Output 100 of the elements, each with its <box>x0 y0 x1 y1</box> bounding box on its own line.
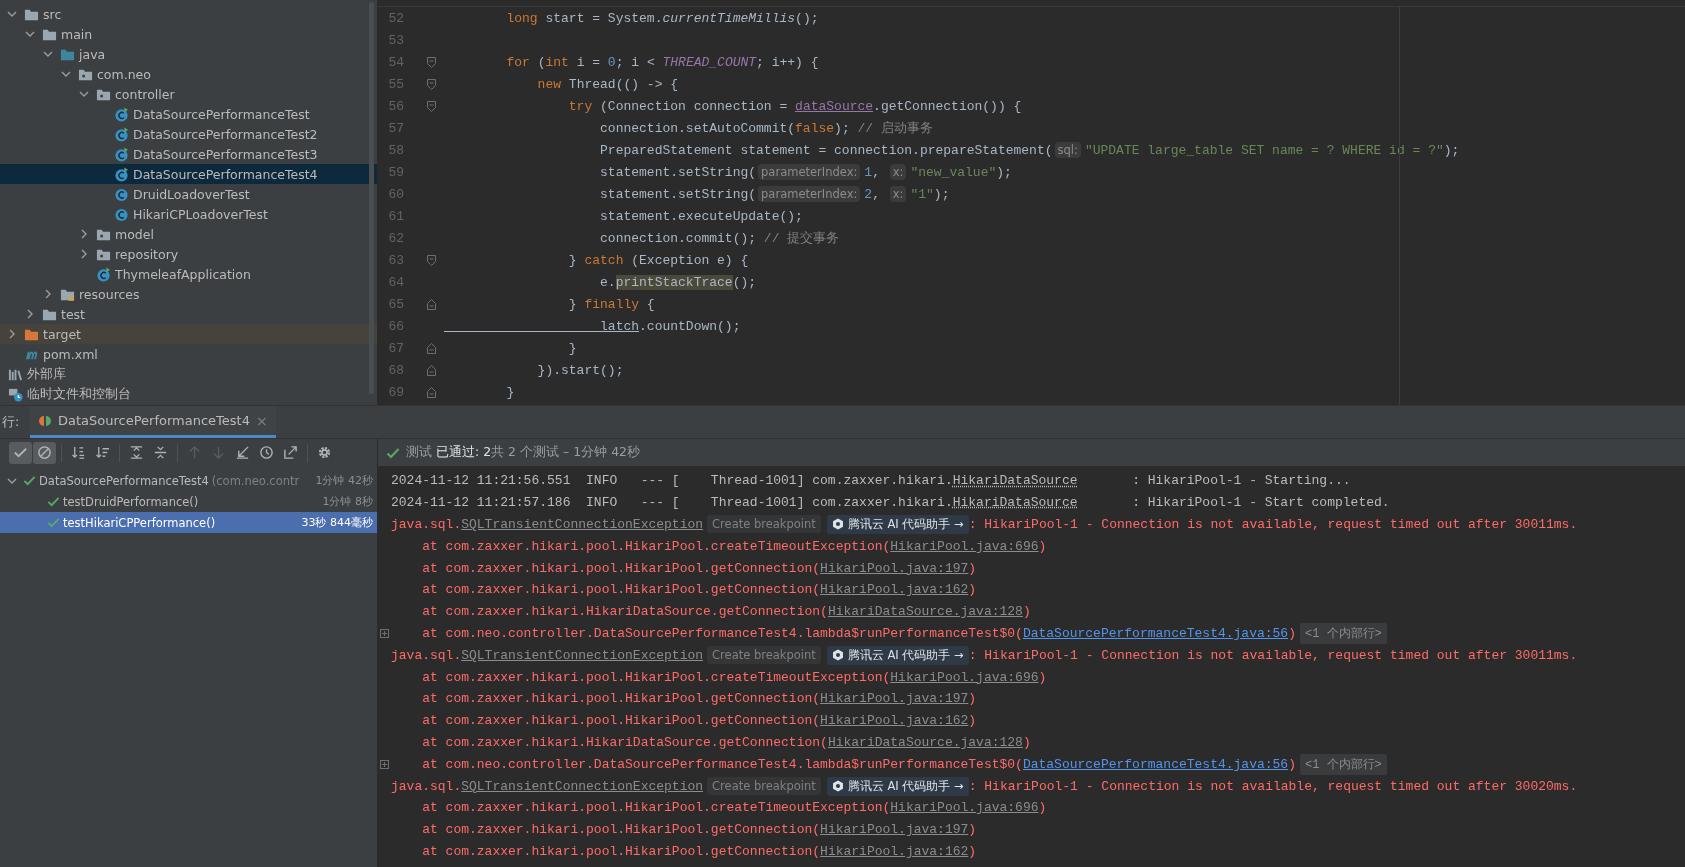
create-breakpoint-button[interactable]: Create breakpoint <box>707 515 821 534</box>
error-text: ) <box>1038 538 1047 554</box>
test-item[interactable]: testDruidPerformance() 1分钟 8秒 <box>0 491 377 512</box>
error-text: ) <box>968 843 977 859</box>
test-duration: 1分钟 8秒 <box>322 494 373 509</box>
fold-end-icon[interactable] <box>427 386 436 398</box>
tree-item[interactable]: target <box>0 324 377 344</box>
expand-icon[interactable] <box>379 628 389 638</box>
error-text: at com.zaxxer.hikari.pool.HikariPool.createTimeoutException( <box>421 538 891 554</box>
code-line: latch.countDown(); <box>599 318 741 334</box>
ai-assistant-button[interactable]: 腾讯云 AI 代码助手 → <box>826 645 969 665</box>
tree-item-label: DataSourcePerformanceTest <box>133 106 310 122</box>
source-link[interactable]: HikariPool.java:197 <box>820 822 969 838</box>
source-link[interactable]: HikariPool.java:197 <box>820 560 969 576</box>
tree-item[interactable]: controller <box>0 84 377 104</box>
tree-item[interactable]: ThymeleafApplication <box>0 264 377 284</box>
fold-end-icon[interactable] <box>427 364 436 376</box>
tree-item[interactable]: com.neo <box>0 64 377 84</box>
fold-end-icon[interactable] <box>427 298 436 310</box>
tree-item[interactable]: resources <box>0 284 377 304</box>
line-number: 60 <box>387 186 404 202</box>
expand-icon[interactable] <box>379 759 389 769</box>
checkmark-icon <box>23 474 36 487</box>
log-text: : HikariPool-1 - Starting... <box>1131 473 1351 489</box>
exception-link[interactable]: SQLTransientConnectionException <box>461 517 704 532</box>
error-text: at com.zaxxer.hikari.pool.HikariPool.createTimeoutException( <box>421 669 891 685</box>
folded-lines-button[interactable]: <1 个内部行> <box>1299 622 1387 644</box>
tree-item[interactable]: HikariCPLoadoverTest <box>0 204 377 224</box>
exception-link[interactable]: SQLTransientConnectionException <box>461 647 704 663</box>
test-name: testDruidPerformance() <box>63 494 199 509</box>
tree-item[interactable]: DataSourcePerformanceTest2 <box>0 124 377 144</box>
line-number: 62 <box>387 230 404 246</box>
test-item[interactable]: DataSourcePerformanceTest4 (com.neo.contr 1分钟 42秒 <box>0 470 377 491</box>
error-text: at com.zaxxer.hikari.pool.HikariPool.createTimeoutException( <box>421 800 891 816</box>
source-link[interactable]: HikariPool.java:696 <box>890 800 1039 816</box>
line-number: 67 <box>387 340 404 356</box>
source-link[interactable]: HikariPool.java:162 <box>820 713 969 729</box>
tree-item-label: test <box>61 306 85 322</box>
tree-item[interactable]: DruidLoadoverTest <box>0 184 377 204</box>
tree-item[interactable]: test <box>0 304 377 324</box>
ai-assistant-button[interactable]: 腾讯云 AI 代码助手 → <box>826 776 969 796</box>
code-line: statement.setString( parameterIndex: 1, x: "new_value"); <box>599 164 1012 180</box>
import-icon <box>235 445 250 460</box>
fold-marker-icon[interactable] <box>427 56 436 68</box>
tree-item[interactable]: DataSourcePerformanceTest3 <box>0 144 377 164</box>
logger-name[interactable]: HikariDataSource <box>952 495 1078 511</box>
line-number: 56 <box>387 98 404 114</box>
tree-item[interactable]: main <box>0 24 377 44</box>
tree-item[interactable]: pom.xml <box>0 344 377 364</box>
source-link[interactable]: HikariPool.java:162 <box>820 582 969 598</box>
source-link[interactable]: DataSourcePerformanceTest4.java:56 <box>1022 625 1289 641</box>
tree-item[interactable]: src <box>0 4 377 24</box>
tree-item-label: src <box>43 6 62 22</box>
source-link[interactable]: HikariDataSource.java:128 <box>827 604 1023 620</box>
error-text: ) <box>968 691 977 707</box>
test-item[interactable]: testHikariCPPerformance() 33秒 844毫秒 <box>0 512 377 533</box>
error-text: at com.zaxxer.hikari.HikariDataSource.getConnection( <box>421 734 828 750</box>
fold-end-icon[interactable] <box>427 342 436 354</box>
tree-item[interactable]: model <box>0 224 377 244</box>
folded-lines-button[interactable]: <1 个内部行> <box>1299 753 1387 775</box>
checkmark-icon <box>13 445 28 460</box>
fold-marker-icon[interactable] <box>427 254 436 266</box>
class-icon <box>114 186 129 202</box>
toolbar-button[interactable] <box>33 441 56 464</box>
error-text: at com.zaxxer.hikari.pool.HikariPool.getConnection( <box>421 822 821 838</box>
fold-marker-icon[interactable] <box>427 100 436 112</box>
tree-item[interactable]: java <box>0 44 377 64</box>
code-line: for (int i = 0; i < THREAD_COUNT; i++) { <box>505 54 819 70</box>
source-link[interactable]: HikariPool.java:197 <box>820 691 969 707</box>
source-link[interactable]: HikariDataSource.java:128 <box>827 734 1023 750</box>
tree-item[interactable]: 临时文件和控制台 <box>0 384 377 404</box>
sort-icon <box>95 445 110 460</box>
create-breakpoint-button[interactable]: Create breakpoint <box>707 777 821 796</box>
logger-name[interactable]: HikariDataSource <box>952 473 1078 489</box>
run-tab[interactable]: DataSourcePerformanceTest4 × <box>30 406 276 438</box>
tree-item[interactable]: DataSourcePerformanceTest <box>0 104 377 124</box>
tree-item-label: main <box>61 26 93 42</box>
line-number: 54 <box>387 54 404 70</box>
error-text: ) <box>968 713 977 729</box>
test-run-icon <box>38 413 52 428</box>
error-text: at com.zaxxer.hikari.pool.HikariPool.getConnection( <box>421 582 821 598</box>
export-icon <box>283 445 298 460</box>
fold-marker-icon[interactable] <box>427 78 436 90</box>
tree-item[interactable]: DataSourcePerformanceTest4 <box>0 164 377 184</box>
code-line: connection.setAutoCommit(false); // 启动事务 <box>599 120 933 137</box>
arrow-down-icon <box>211 445 226 460</box>
line-number: 64 <box>387 274 404 290</box>
source-link[interactable]: HikariPool.java:696 <box>890 538 1039 554</box>
source-link[interactable]: DataSourcePerformanceTest4.java:56 <box>1022 756 1289 772</box>
create-breakpoint-button[interactable]: Create breakpoint <box>707 646 821 665</box>
tree-item[interactable]: repository <box>0 244 377 264</box>
tree-item[interactable]: 外部库 <box>0 364 377 384</box>
class-icon <box>96 266 111 282</box>
error-text: ) <box>1288 625 1296 641</box>
source-link[interactable]: HikariPool.java:696 <box>890 669 1039 685</box>
exception-link[interactable]: SQLTransientConnectionException <box>461 778 704 794</box>
ai-assistant-button[interactable]: 腾讯云 AI 代码助手 → <box>826 515 969 534</box>
source-link[interactable]: HikariPool.java:162 <box>820 843 969 859</box>
toolbar-button[interactable] <box>9 441 32 464</box>
expand-all-icon <box>129 445 144 460</box>
